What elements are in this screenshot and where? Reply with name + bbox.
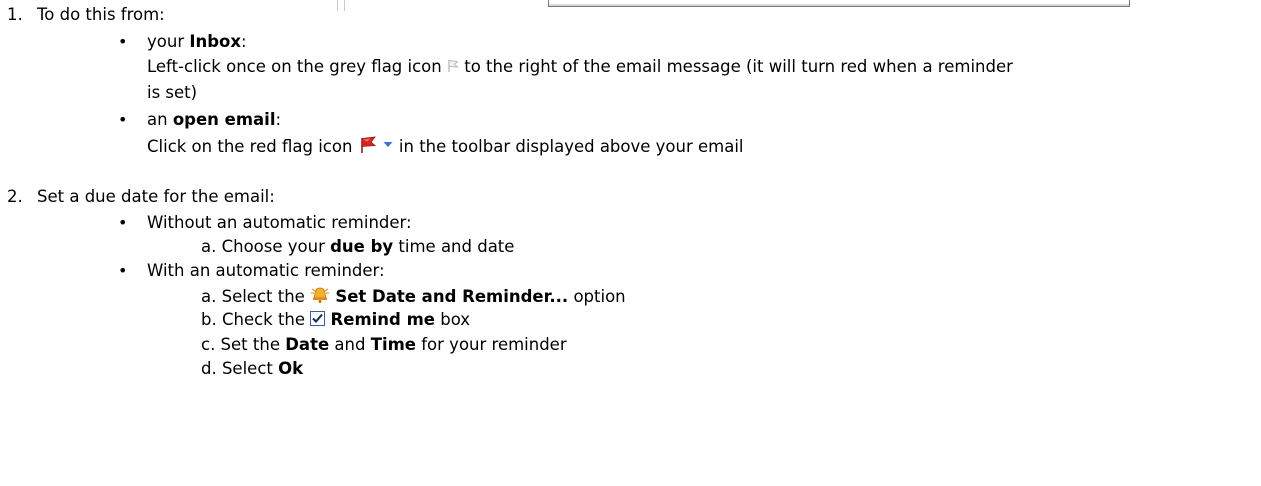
- bullet-without-reminder: •: [118, 213, 128, 232]
- inbox-strong: Inbox: [189, 32, 242, 51]
- inbox-label: your Inbox:: [147, 32, 247, 51]
- checked-checkbox-icon: [310, 310, 326, 331]
- with-reminder-step-d: d. Select Ok: [201, 359, 304, 378]
- step-1-heading: To do this from:: [37, 5, 165, 24]
- open-email-instruction: Click on the red flag icon in the toolba…: [147, 136, 744, 159]
- cropped-scrollbar-fragment: [337, 0, 345, 11]
- open-email-label: an open email:: [147, 110, 282, 129]
- reminder-bell-icon: [310, 286, 330, 309]
- with-reminder-step-c: c. Set the Date and Time for your remind…: [201, 335, 567, 354]
- without-reminder-heading: Without an automatic reminder:: [147, 213, 412, 232]
- red-flag-icon: [358, 136, 378, 159]
- grey-flag-icon: [447, 58, 459, 78]
- step-2-number: 2.: [7, 187, 23, 206]
- bullet-with-reminder: •: [118, 261, 128, 280]
- cropped-dialog-fragment: [548, 0, 1130, 7]
- with-reminder-step-b: b. Check the Remind me box: [201, 310, 471, 331]
- inbox-instruction-line2: is set): [147, 83, 198, 102]
- step-1-number: 1.: [7, 5, 23, 24]
- inbox-instruction-line1: Left-click once on the grey flag icon to…: [147, 57, 1013, 78]
- dropdown-arrow-icon: [382, 136, 394, 159]
- open-email-strong: open email: [172, 110, 276, 129]
- bullet-inbox: •: [118, 32, 128, 51]
- step-2-heading: Set a due date for the email:: [37, 187, 275, 206]
- with-reminder-heading: With an automatic reminder:: [147, 261, 385, 280]
- without-reminder-step-a: a. Choose your due by time and date: [201, 237, 515, 256]
- bullet-open-email: •: [118, 110, 128, 129]
- with-reminder-step-a: a. Select the Set Date and Reminder... o…: [201, 286, 626, 309]
